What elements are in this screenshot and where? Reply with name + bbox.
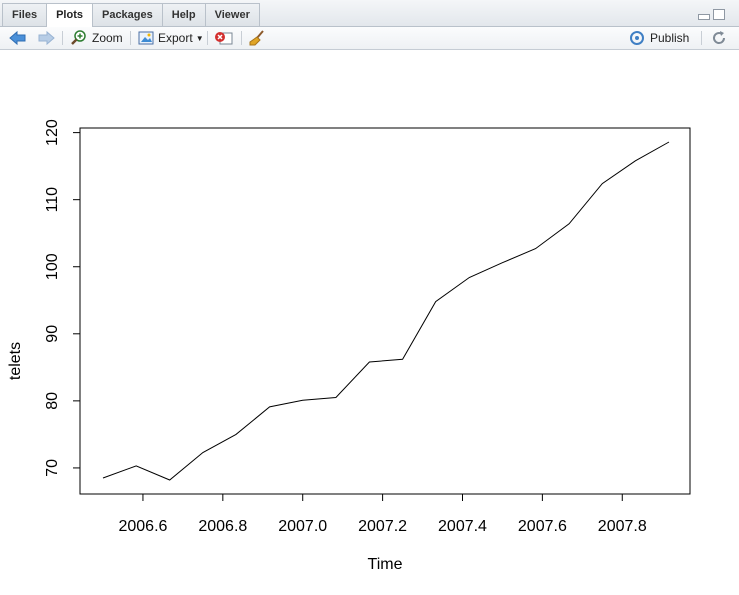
clear-all-plots-button[interactable]: [248, 27, 266, 49]
publish-icon: [628, 30, 646, 46]
tab-list: Files Plots Packages Help Viewer: [2, 3, 260, 27]
x-tick-label: 2007.2: [358, 518, 407, 535]
y-tick-label: 100: [44, 253, 61, 280]
remove-plot-button[interactable]: [214, 27, 234, 49]
export-image-icon: [138, 30, 155, 46]
toolbar-separator: [701, 31, 702, 45]
toolbar-separator: [130, 31, 131, 45]
plot-frame: [79, 127, 691, 495]
tab-help[interactable]: Help: [161, 3, 206, 26]
arrow-right-icon: [36, 30, 56, 46]
export-menu-button[interactable]: Export ▼: [138, 27, 204, 49]
maximize-pane-button[interactable]: [713, 9, 725, 20]
series-line: [102, 141, 670, 481]
y-tick-label: 110: [44, 187, 61, 213]
pane-window-controls: [698, 9, 725, 20]
pane-tab-bar: Files Plots Packages Help Viewer: [0, 0, 739, 27]
plot-viewer: 2006.6 2006.8 2007.0 2007.2 2007.4 2007.6 2007…: [0, 50, 739, 595]
dropdown-caret-icon: ▼: [195, 33, 204, 43]
toolbar-separator: [207, 31, 208, 45]
refresh-button[interactable]: [710, 27, 728, 49]
minimize-pane-button[interactable]: [698, 14, 710, 20]
x-tick-label: 2007.0: [278, 518, 327, 535]
x-tick-label: 2007.8: [598, 518, 647, 535]
remove-plot-icon: [214, 30, 234, 46]
x-tick-label: 2007.6: [518, 518, 567, 535]
y-tick-label: 90: [44, 325, 61, 343]
x-axis-label: Time: [368, 556, 403, 573]
x-tick-label: 2006.8: [198, 518, 247, 535]
next-plot-button[interactable]: [36, 27, 56, 49]
publish-button[interactable]: Publish: [628, 27, 689, 49]
y-tick-label: 80: [44, 392, 61, 410]
export-label: Export: [158, 31, 193, 45]
x-tick-label: 2006.6: [118, 518, 167, 535]
x-tick-label: 2007.4: [438, 518, 487, 535]
y-tick-label: 70: [44, 459, 61, 477]
plots-toolbar: Zoom Export ▼ Publish: [0, 27, 739, 50]
tab-plots[interactable]: Plots: [46, 3, 93, 27]
refresh-icon: [710, 30, 728, 46]
toolbar-separator: [62, 31, 63, 45]
tab-files[interactable]: Files: [2, 3, 48, 26]
tab-packages[interactable]: Packages: [91, 3, 163, 26]
y-tick-label: 120: [44, 119, 61, 146]
tab-viewer[interactable]: Viewer: [204, 3, 260, 26]
x-axis: 2006.6 2006.8 2007.0 2007.2 2007.4 2007.6 2007…: [118, 493, 647, 535]
zoom-button[interactable]: Zoom: [70, 27, 123, 49]
time-series-chart: 2006.6 2006.8 2007.0 2007.2 2007.4 2007.6 2007…: [7, 119, 691, 573]
broom-icon: [248, 30, 266, 46]
y-axis-label: telets: [7, 342, 24, 380]
previous-plot-button[interactable]: [8, 27, 28, 49]
arrow-left-icon: [8, 30, 28, 46]
zoom-icon: [70, 30, 88, 46]
y-axis: 70 80 90 100 110 120: [44, 119, 81, 477]
toolbar-separator: [241, 31, 242, 45]
publish-label: Publish: [650, 31, 690, 45]
zoom-label: Zoom: [92, 31, 123, 45]
